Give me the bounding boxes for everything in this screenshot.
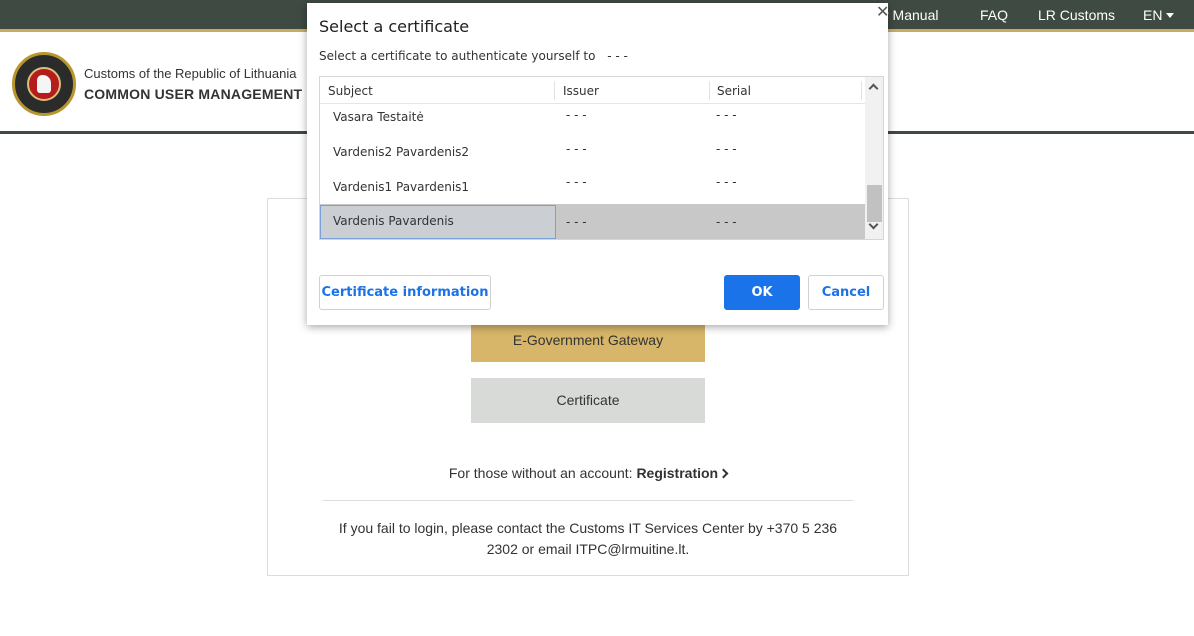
row-serial: - - - (716, 175, 737, 189)
subtitle-target: - - - (607, 49, 628, 63)
table-row[interactable]: Vasara Testaitė - - - - - - (320, 104, 865, 137)
scrollbar-thumb[interactable] (867, 185, 882, 222)
select-certificate-dialog: Select a certificate ✕ Select a certific… (307, 3, 889, 325)
column-separator (861, 81, 862, 100)
certificate-table: Subject Issuer Serial Vasara Testaitė - … (319, 76, 884, 240)
scroll-up-icon[interactable] (868, 83, 879, 94)
certificate-login-button[interactable]: Certificate (471, 378, 705, 423)
column-subject[interactable]: Subject (328, 84, 373, 98)
chevron-right-icon (718, 468, 729, 479)
row-subject: Vardenis1 Pavardenis1 (333, 180, 470, 194)
ok-button[interactable]: OK (724, 275, 800, 310)
organization-name: Customs of the Republic of Lithuania (84, 66, 297, 81)
certificate-information-button[interactable]: Certificate information (319, 275, 491, 310)
column-separator (554, 81, 555, 100)
subtitle-text: Select a certificate to authenticate you… (319, 49, 596, 63)
table-row[interactable]: Vardenis1 Pavardenis1 - - - - - - (320, 171, 865, 204)
language-label: EN (1143, 7, 1163, 23)
language-dropdown[interactable]: EN (1143, 7, 1175, 23)
registration-link[interactable]: Registration (636, 465, 718, 481)
close-icon[interactable]: ✕ (876, 3, 889, 21)
system-name: COMMON USER MANAGEMENT P (84, 86, 316, 102)
row-serial: - - - (716, 215, 737, 229)
table-row-selected[interactable]: Vardenis Pavardenis - - - - - - (320, 204, 865, 239)
row-serial: - - - (716, 108, 737, 122)
nav-faq-link[interactable]: FAQ (980, 7, 1008, 23)
customs-logo[interactable] (12, 52, 76, 116)
contact-info: If you fail to login, please contact the… (338, 520, 838, 557)
row-subject: Vasara Testaitė (333, 110, 424, 124)
knight-icon (37, 75, 51, 93)
table-row[interactable]: Vardenis2 Pavardenis2 - - - - - - (320, 137, 865, 170)
registration-line: For those without an account: Registrati… (267, 465, 909, 481)
nav-lr-customs-link[interactable]: LR Customs (1038, 7, 1115, 23)
table-header: Subject Issuer Serial (320, 77, 865, 104)
cancel-button[interactable]: Cancel (808, 275, 884, 310)
nav-user-manual-link[interactable]: r Manual (884, 7, 938, 23)
row-serial: - - - (716, 142, 737, 156)
dialog-title: Select a certificate (319, 17, 470, 36)
column-serial[interactable]: Serial (717, 84, 751, 98)
coat-of-arms-icon (27, 67, 61, 101)
row-issuer: - - - (566, 108, 587, 122)
row-issuer: - - - (566, 175, 587, 189)
caret-down-icon (1166, 13, 1175, 18)
column-issuer[interactable]: Issuer (563, 84, 599, 98)
row-issuer: - - - (566, 142, 587, 156)
row-subject: Vardenis Pavardenis (333, 214, 454, 228)
dialog-subtitle: Select a certificate to authenticate you… (319, 49, 628, 63)
row-issuer: - - - (566, 215, 587, 229)
table-scrollbar[interactable] (865, 77, 883, 239)
column-separator (709, 81, 710, 100)
row-subject: Vardenis2 Pavardenis2 (333, 145, 470, 159)
card-divider (323, 500, 853, 501)
registration-prompt: For those without an account: (448, 465, 633, 481)
